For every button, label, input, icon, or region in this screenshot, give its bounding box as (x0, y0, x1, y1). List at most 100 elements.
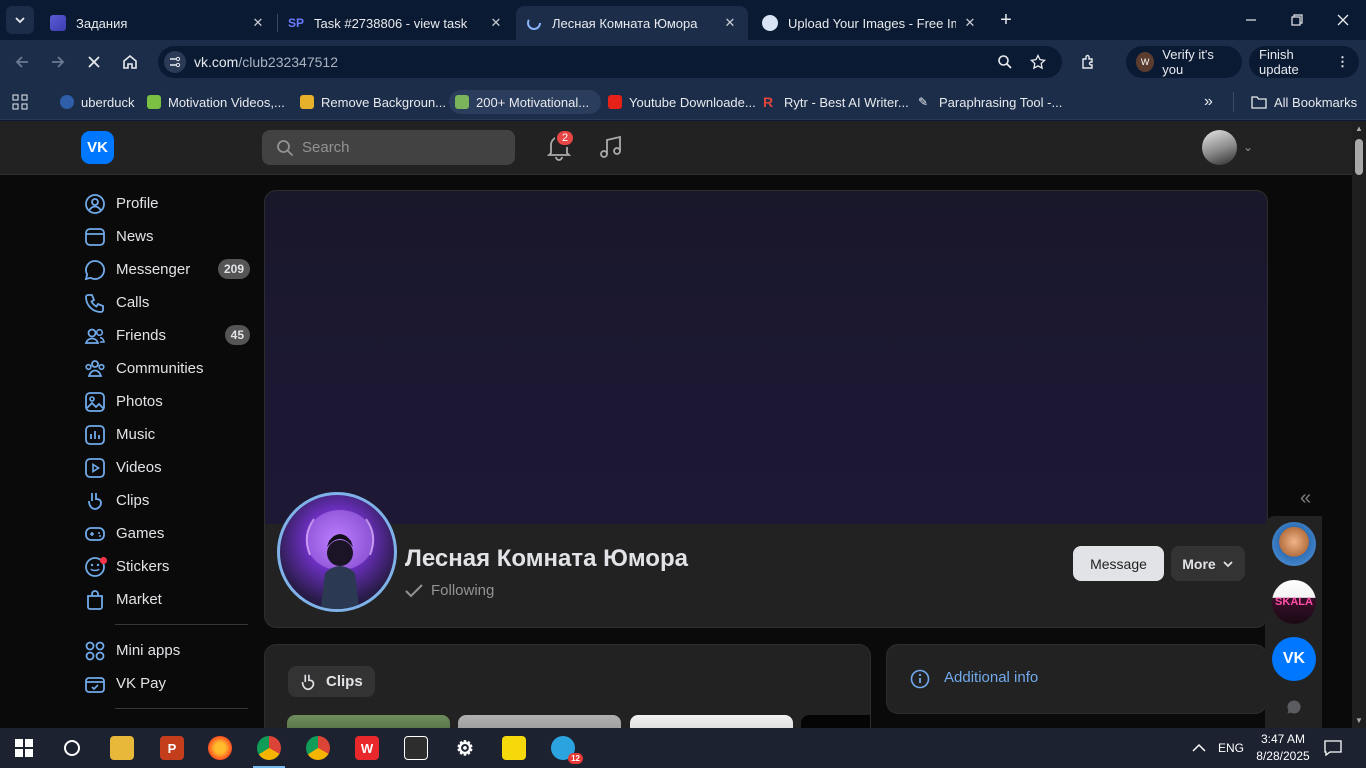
vk-logo[interactable]: VK (81, 131, 114, 164)
search-input[interactable] (302, 139, 502, 156)
sidebar-item-photos[interactable]: Photos (80, 385, 255, 418)
bookmark-youtube-downloader[interactable]: Youtube Downloade... (602, 90, 762, 114)
sidebar-item-label: VK Pay (116, 675, 167, 692)
page-scrollbar[interactable]: ▲ ▼ (1352, 121, 1366, 728)
sidebar-item-communities[interactable]: Communities (80, 352, 255, 385)
tray-overflow-button[interactable] (1192, 728, 1206, 768)
scroll-up-icon[interactable]: ▲ (1355, 124, 1363, 133)
tab-search-button[interactable] (6, 6, 34, 34)
forward-button[interactable] (44, 48, 72, 76)
sidebar-item-videos[interactable]: Videos (80, 451, 255, 484)
restore-button[interactable] (1274, 0, 1320, 40)
minimize-button[interactable] (1228, 0, 1274, 40)
user-avatar[interactable] (1202, 130, 1237, 165)
quick-chat-vk-avatar[interactable]: VK (1272, 637, 1316, 681)
sidebar-item-label: Market (116, 591, 162, 608)
taskbar-telegram[interactable]: 12 (539, 728, 587, 768)
clips-tab[interactable]: Clips (288, 666, 375, 697)
clip-thumbnail[interactable] (630, 715, 793, 728)
youtube-icon (608, 95, 622, 109)
taskbar-calculator[interactable] (392, 728, 440, 768)
site-info-icon[interactable] (164, 51, 186, 73)
taskbar-exness[interactable] (490, 728, 538, 768)
clip-thumbnail[interactable] (458, 715, 621, 728)
start-button[interactable] (0, 728, 48, 768)
stop-loading-button[interactable] (80, 48, 108, 76)
quick-chat-user-avatar[interactable] (1272, 522, 1316, 566)
taskbar-clock[interactable]: 3:47 AM 8/28/2025 (1255, 731, 1311, 765)
bookmark-rytr[interactable]: R Rytr - Best AI Writer... (757, 90, 915, 114)
sidebar-item-clips[interactable]: Clips (80, 484, 255, 517)
bookmark-uberduck[interactable]: uberduck (54, 90, 140, 114)
info-icon (910, 669, 930, 689)
sidebar-item-label: Friends (116, 327, 167, 344)
tab-task[interactable]: SP Task #2738806 - view task ✕ (278, 6, 514, 40)
more-button[interactable]: More (1171, 546, 1245, 581)
close-tab-icon[interactable]: ✕ (488, 15, 504, 31)
apps-button[interactable] (6, 90, 34, 114)
taskbar-chrome-profile[interactable] (245, 728, 293, 768)
close-tab-icon[interactable]: ✕ (962, 15, 978, 31)
tab-vk-group[interactable]: Лесная Комната Юмора ✕ (516, 6, 748, 40)
bookmark-paraphrasing-tool[interactable]: ✎ Paraphrasing Tool -... (912, 90, 1068, 114)
extensions-button[interactable] (1075, 48, 1103, 76)
search-taskbar-button[interactable] (48, 728, 96, 768)
close-tab-icon[interactable]: ✕ (722, 15, 738, 31)
games-icon (85, 526, 105, 541)
remove-bg-icon (300, 95, 314, 109)
close-window-button[interactable] (1320, 0, 1366, 40)
group-avatar[interactable] (277, 492, 397, 612)
additional-info-card[interactable]: Additional info (886, 644, 1267, 714)
finish-update-button[interactable]: Finish update ⋮ (1249, 46, 1359, 78)
photos-icon (85, 391, 105, 412)
all-bookmarks-button[interactable]: All Bookmarks (1245, 90, 1363, 114)
back-button[interactable] (8, 48, 36, 76)
collapse-panel-icon[interactable]: « (1300, 487, 1311, 510)
taskbar-chrome[interactable] (294, 728, 342, 768)
clip-thumbnail[interactable] (801, 715, 870, 728)
following-status[interactable]: Following (405, 582, 494, 599)
message-button[interactable]: Message (1073, 546, 1164, 581)
sidebar-item-stickers[interactable]: Stickers (80, 550, 255, 583)
bookmark-star-icon[interactable] (1029, 53, 1047, 71)
chat-bubble-icon[interactable] (1286, 699, 1302, 715)
clip-thumbnail[interactable] (287, 715, 450, 728)
scroll-down-icon[interactable]: ▼ (1355, 716, 1363, 725)
home-button[interactable] (116, 48, 144, 76)
search-box[interactable] (262, 130, 515, 165)
chevron-down-icon[interactable]: ⌄ (1243, 140, 1253, 154)
language-indicator[interactable]: ENG (1218, 728, 1244, 768)
bookmark-remove-background[interactable]: Remove Backgroun... (294, 90, 452, 114)
scrollbar-thumb[interactable] (1355, 139, 1363, 175)
close-tab-icon[interactable]: ✕ (250, 15, 266, 31)
verify-profile-button[interactable]: W Verify it's you (1126, 46, 1242, 78)
taskbar-wps[interactable]: W (343, 728, 391, 768)
taskbar-firefox[interactable] (196, 728, 244, 768)
notifications-center-button[interactable] (1324, 728, 1342, 768)
browser-chrome: Задания ✕ SP Task #2738806 - view task ✕… (0, 0, 1366, 121)
sidebar-item-news[interactable]: News (80, 220, 255, 253)
sidebar-item-mini-apps[interactable]: Mini apps (80, 634, 255, 667)
sidebar-item-games[interactable]: Games (80, 517, 255, 550)
bookmark-motivation-videos[interactable]: Motivation Videos,... (141, 90, 291, 114)
new-tab-button[interactable]: + (994, 8, 1018, 32)
bookmark-motivational[interactable]: 200+ Motivational... (449, 90, 602, 114)
sidebar-item-label: Mini apps (116, 642, 181, 659)
sidebar-item-market[interactable]: Market (80, 583, 255, 616)
sidebar-item-calls[interactable]: Calls (80, 286, 255, 319)
music-player-icon[interactable] (598, 134, 624, 160)
sidebar-item-friends[interactable]: Friends 45 (80, 319, 255, 352)
more-bookmarks-button[interactable]: » (1198, 90, 1219, 114)
taskbar-file-explorer[interactable] (98, 728, 146, 768)
tab-upload-images[interactable]: Upload Your Images - Free Imag ✕ (752, 6, 988, 40)
zoom-icon[interactable] (996, 53, 1014, 71)
sidebar-item-profile[interactable]: Profile (80, 187, 255, 220)
sidebar-item-vk-pay[interactable]: VK Pay (80, 667, 255, 700)
quick-chat-skala-avatar[interactable]: SKALA (1272, 580, 1316, 624)
tab-zadaniya[interactable]: Задания ✕ (40, 6, 276, 40)
taskbar-settings[interactable]: ⚙ (441, 728, 489, 768)
sidebar-item-messenger[interactable]: Messenger 209 (80, 253, 255, 286)
address-bar[interactable]: vk.com/club232347512 (158, 46, 1062, 78)
sidebar-item-music[interactable]: Music (80, 418, 255, 451)
taskbar-powerpoint[interactable]: P (148, 728, 196, 768)
